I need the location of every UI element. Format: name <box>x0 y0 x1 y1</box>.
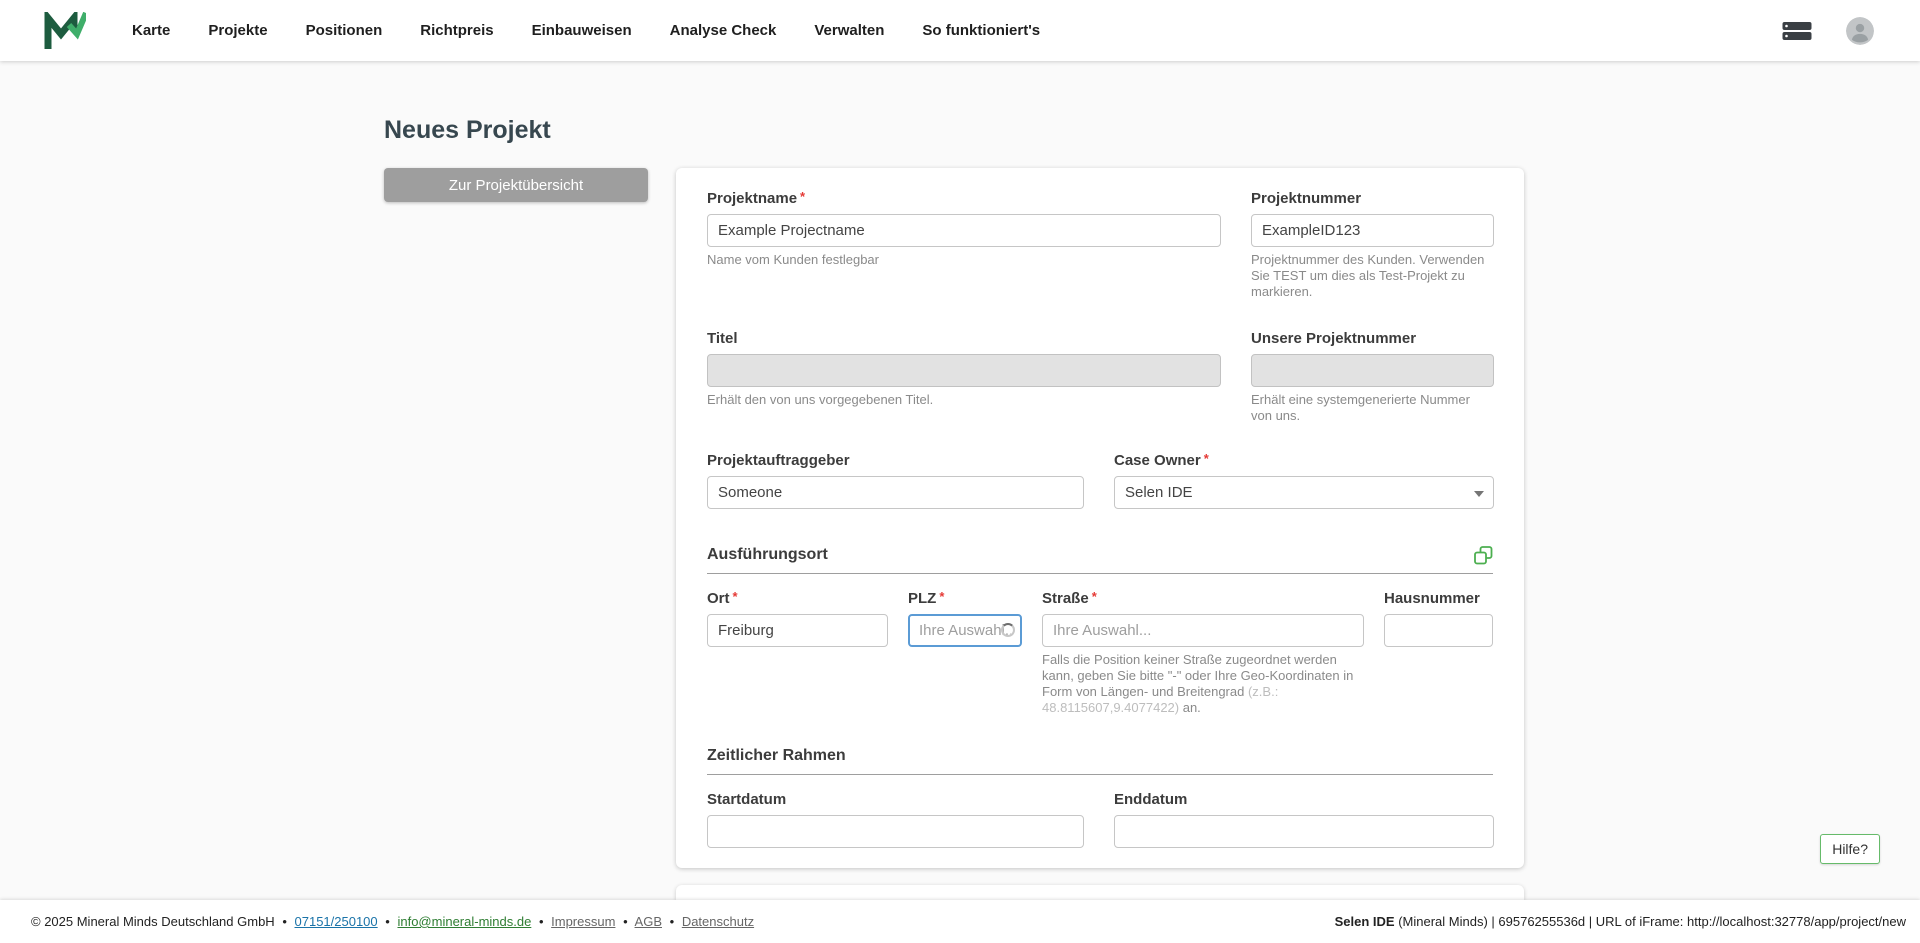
mineral-minds-logo[interactable] <box>44 11 86 50</box>
field-plz: PLZ * <box>908 589 1022 716</box>
user-avatar-icon[interactable] <box>1846 16 1874 45</box>
logo-m-icon <box>44 11 86 49</box>
unsere-projektnummer-input <box>1251 354 1494 387</box>
nav-item-positionen[interactable]: Positionen <box>306 22 383 39</box>
row-auftraggeber-caseowner: Projektauftraggeber Case Owner* Selen ID… <box>707 451 1494 509</box>
field-startdatum: Startdatum <box>707 791 1084 848</box>
footer-session-info: Selen IDE (Mineral Minds) | 69576255536d… <box>1335 914 1906 929</box>
ort-label: Ort * <box>707 589 738 607</box>
field-enddatum: Enddatum <box>1114 791 1494 848</box>
impressum-link[interactable]: Impressum <box>551 914 615 929</box>
ort-input[interactable] <box>707 614 888 647</box>
row-dates: Startdatum Enddatum <box>707 791 1494 848</box>
row-projektname-projektnummer: Projektname* Name vom Kunden festlegbar … <box>707 189 1494 300</box>
required-asterisk: * <box>1091 589 1097 604</box>
hausnummer-label: Hausnummer <box>1384 590 1480 607</box>
next-card-sliver <box>676 885 1524 900</box>
enddatum-label: Enddatum <box>1114 791 1188 808</box>
copy-icon[interactable] <box>1474 545 1493 565</box>
case-owner-select[interactable]: Selen IDE <box>1114 476 1494 509</box>
projektname-input[interactable] <box>707 214 1221 247</box>
agb-link[interactable]: AGB <box>635 914 662 929</box>
field-strasse: Straße* Falls die Position keiner Straße… <box>1042 589 1364 716</box>
projektnummer-input[interactable] <box>1251 214 1494 247</box>
field-unsere-projektnummer: Unsere Projektnummer Erhält eine systemg… <box>1251 330 1494 424</box>
enddatum-input[interactable] <box>1114 815 1494 848</box>
nav-item-richtpreis[interactable]: Richtpreis <box>420 22 493 39</box>
chevron-down-icon <box>1474 491 1484 497</box>
page-footer: © 2025 Mineral Minds Deutschland GmbH • … <box>0 900 1920 943</box>
titel-label: Titel <box>707 330 738 347</box>
project-overview-button[interactable]: Zur Projektübersicht <box>384 168 648 202</box>
datenschutz-link[interactable]: Datenschutz <box>682 914 754 929</box>
hausnummer-input[interactable] <box>1384 614 1493 647</box>
top-navbar: Karte Projekte Positionen Richtpreis Ein… <box>0 0 1920 61</box>
unsere-projektnummer-label: Unsere Projektnummer <box>1251 330 1417 347</box>
strasse-helper: Falls die Position keiner Straße zugeord… <box>1042 652 1354 715</box>
main-nav: Karte Projekte Positionen Richtpreis Ein… <box>132 22 1040 39</box>
loading-spinner-icon <box>1001 622 1015 637</box>
nav-item-projekte[interactable]: Projekte <box>208 22 267 39</box>
help-button[interactable]: Hilfe? <box>1820 834 1880 864</box>
strasse-label: Straße * <box>1042 589 1097 607</box>
field-projektnummer: Projektnummer Projektnummer des Kunden. … <box>1251 190 1494 300</box>
nav-item-analyse-check[interactable]: Analyse Check <box>670 22 777 39</box>
new-project-form-card: Projektname* Name vom Kunden festlegbar … <box>676 168 1524 868</box>
case-owner-label: Case Owner * <box>1114 451 1209 469</box>
projektnummer-label: Projektnummer <box>1251 190 1362 207</box>
row-location: Ort* PLZ* Straße* Falls die Position kei… <box>707 589 1493 716</box>
nav-item-verwalten[interactable]: Verwalten <box>814 22 884 39</box>
unsere-projektnummer-helper: Erhält eine systemgenerierte Nummer von … <box>1251 392 1470 423</box>
navbar-right <box>1782 16 1874 45</box>
field-projektname: Projektname* Name vom Kunden festlegbar <box>707 189 1221 300</box>
phone-link[interactable]: 07151/250100 <box>295 914 378 929</box>
field-ort: Ort * <box>707 589 888 716</box>
projektname-label: Projektname * <box>707 189 806 207</box>
plz-label: PLZ * <box>908 589 945 607</box>
titel-helper: Erhält den von uns vorgegebenen Titel. <box>707 392 934 407</box>
footer-left: © 2025 Mineral Minds Deutschland GmbH • … <box>31 914 755 929</box>
field-hausnummer: Hausnummer <box>1384 590 1493 716</box>
email-link[interactable]: info@mineral-minds.de <box>397 914 531 929</box>
field-projektauftraggeber: Projektauftraggeber <box>707 452 1084 509</box>
section-ausfuehrungsort: Ausführungsort <box>707 545 1493 574</box>
session-details: (Mineral Minds) | 69576255536d | URL of … <box>1394 914 1906 929</box>
projektname-helper: Name vom Kunden festlegbar <box>707 252 879 267</box>
zeitlicher-rahmen-heading: Zeitlicher Rahmen <box>707 747 846 764</box>
strasse-input[interactable] <box>1042 614 1364 647</box>
ausfuehrungsort-heading: Ausführungsort <box>707 546 828 563</box>
copyright-text: © 2025 Mineral Minds Deutschland GmbH <box>31 914 275 929</box>
required-asterisk: * <box>732 589 738 604</box>
projektnummer-helper: Projektnummer des Kunden. Verwenden Sie … <box>1251 252 1485 299</box>
page-title: Neues Projekt <box>384 116 551 144</box>
row-titel-unsere-projektnummer: Titel Erhält den von uns vorgegebenen Ti… <box>707 330 1494 424</box>
startdatum-input[interactable] <box>707 815 1084 848</box>
nav-item-so-funktionierts[interactable]: So funktioniert's <box>922 22 1040 39</box>
nav-item-einbauweisen[interactable]: Einbauweisen <box>532 22 632 39</box>
required-asterisk: * <box>800 189 806 204</box>
nav-item-karte[interactable]: Karte <box>132 22 170 39</box>
field-case-owner: Case Owner * Selen IDE <box>1114 451 1494 509</box>
session-user: Selen IDE <box>1334 914 1395 929</box>
titel-input <box>707 354 1221 387</box>
case-owner-selected-value: Selen IDE <box>1125 484 1193 501</box>
startdatum-label: Startdatum <box>707 791 787 808</box>
projektauftraggeber-label: Projektauftraggeber <box>707 452 850 469</box>
section-zeitlicher-rahmen: Zeitlicher Rahmen <box>707 746 1493 775</box>
required-asterisk: * <box>939 589 945 604</box>
field-titel: Titel Erhält den von uns vorgegebenen Ti… <box>707 330 1221 424</box>
projektauftraggeber-input[interactable] <box>707 476 1084 509</box>
required-asterisk: * <box>1203 451 1209 466</box>
server-icon[interactable] <box>1782 21 1812 41</box>
